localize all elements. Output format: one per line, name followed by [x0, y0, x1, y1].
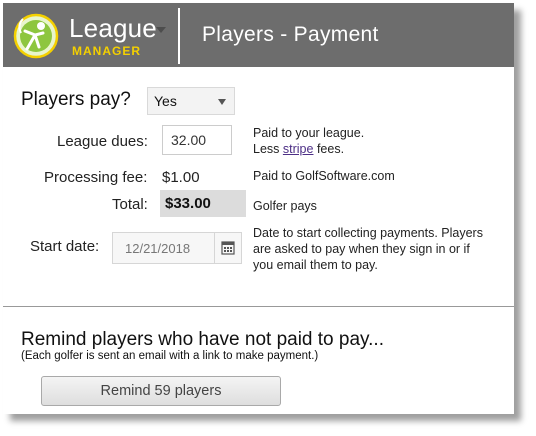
start-date-label: Start date: [30, 238, 100, 255]
logo-text-league: League [69, 13, 157, 43]
date-picker-button[interactable] [214, 233, 241, 263]
remind-subtitle: (Each golfer is sent an email with a lin… [21, 350, 319, 362]
total-label: Total: [112, 196, 148, 213]
processing-fee-value: $1.00 [162, 169, 200, 186]
league-dues-note-suffix: fees. [313, 142, 345, 156]
league-dues-note-prefix: Less [253, 142, 283, 156]
header-divider [178, 8, 180, 64]
start-date-note: Date to start collecting payments. Playe… [253, 225, 483, 273]
start-date-note-line1: Date to start collecting payments. Playe… [253, 226, 483, 240]
total-value: $33.00 [160, 190, 246, 217]
page-title: Players - Payment [202, 23, 379, 46]
dropdown-arrow-icon [218, 99, 226, 105]
players-pay-label: Players pay? [21, 89, 131, 110]
section-divider [3, 306, 514, 307]
start-date-note-line3: you email them to pay. [253, 258, 378, 272]
remind-players-button[interactable]: Remind 59 players [41, 376, 281, 406]
stripe-link[interactable]: stripe [283, 142, 314, 156]
calendar-icon [221, 241, 235, 255]
start-date-value: 12/21/2018 [125, 241, 191, 256]
processing-fee-label: Processing fee: [44, 169, 148, 186]
total-note: Golfer pays [253, 199, 317, 213]
start-date-note-line2: are asked to pay when they sign in or if [253, 242, 470, 256]
league-dues-input[interactable] [162, 125, 232, 155]
header-bar: League MANAGER Players - Payment [3, 3, 514, 67]
league-dues-note: Paid to your league. Less stripe fees. [253, 125, 364, 157]
league-dues-label: League dues: [57, 133, 148, 150]
start-date-field[interactable]: 12/21/2018 [112, 232, 242, 264]
league-dues-note-line2: Less stripe fees. [253, 141, 364, 157]
payment-window: League MANAGER Players - Payment Players… [3, 3, 514, 414]
remind-title: Remind players who have not paid to pay.… [21, 329, 384, 350]
app-menu-chevron-down-icon[interactable] [156, 27, 166, 33]
league-dues-note-line1: Paid to your league. [253, 126, 365, 140]
players-pay-select[interactable]: Yes [147, 87, 235, 115]
logo-text-manager: MANAGER [72, 44, 141, 58]
golfer-logo-icon [13, 13, 59, 59]
players-pay-selected-value: Yes [154, 93, 177, 109]
processing-fee-note: Paid to GolfSoftware.com [253, 169, 395, 183]
